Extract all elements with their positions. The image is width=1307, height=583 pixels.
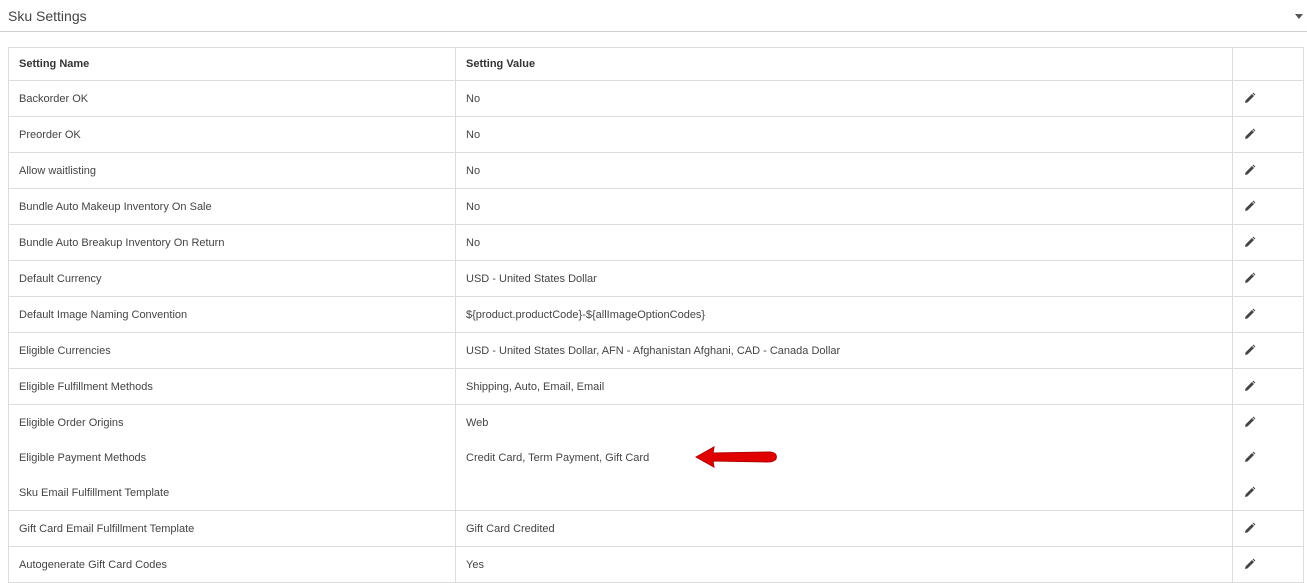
pencil-icon bbox=[1245, 92, 1256, 103]
column-header-setting-value: Setting Value bbox=[455, 47, 1233, 81]
table-row: Eligible Fulfillment Methods Shipping, Au… bbox=[8, 368, 1304, 405]
setting-name-cell: Autogenerate Gift Card Codes bbox=[8, 546, 456, 583]
setting-name-cell: Eligible Currencies bbox=[8, 332, 456, 369]
edit-button[interactable] bbox=[1232, 152, 1304, 189]
table-row: Bundle Auto Breakup Inventory On Return N… bbox=[8, 224, 1304, 261]
edit-button[interactable] bbox=[1232, 332, 1304, 369]
pencil-icon bbox=[1245, 272, 1256, 283]
setting-value-cell: Credit Card, Term Payment, Gift Card bbox=[455, 440, 1233, 475]
pencil-icon bbox=[1245, 486, 1256, 497]
setting-name-cell: Bundle Auto Makeup Inventory On Sale bbox=[8, 188, 456, 225]
edit-button[interactable] bbox=[1232, 368, 1304, 405]
edit-button[interactable] bbox=[1232, 440, 1304, 475]
setting-value-cell: No bbox=[455, 80, 1233, 117]
edit-button[interactable] bbox=[1232, 80, 1304, 117]
pencil-icon bbox=[1245, 522, 1256, 533]
pencil-icon bbox=[1245, 451, 1256, 462]
table-row: Backorder OK No bbox=[8, 80, 1304, 117]
settings-table: Setting Name Setting Value Backorder OK N… bbox=[8, 47, 1304, 583]
setting-value-cell: USD - United States Dollar, AFN - Afghan… bbox=[455, 332, 1233, 369]
pencil-icon bbox=[1245, 558, 1256, 569]
setting-name-cell: Gift Card Email Fulfillment Template bbox=[8, 510, 456, 547]
pencil-icon bbox=[1245, 236, 1256, 247]
edit-button[interactable] bbox=[1232, 260, 1304, 297]
edit-button[interactable] bbox=[1232, 546, 1304, 583]
setting-name-cell: Eligible Order Origins bbox=[8, 404, 456, 440]
pencil-icon bbox=[1245, 344, 1256, 355]
setting-value-cell: USD - United States Dollar bbox=[455, 260, 1233, 297]
pencil-icon bbox=[1245, 308, 1256, 319]
setting-name-cell: Allow waitlisting bbox=[8, 152, 456, 189]
setting-name-cell: Bundle Auto Breakup Inventory On Return bbox=[8, 224, 456, 261]
table-row: Autogenerate Gift Card Codes Yes bbox=[8, 546, 1304, 583]
setting-name-cell: Default Image Naming Convention bbox=[8, 296, 456, 333]
table-row: Sku Email Fulfillment Template bbox=[8, 475, 1304, 511]
table-row: Default Currency USD - United States Doll… bbox=[8, 260, 1304, 297]
edit-button[interactable] bbox=[1232, 510, 1304, 547]
edit-button[interactable] bbox=[1232, 116, 1304, 153]
setting-name-cell: Preorder OK bbox=[8, 116, 456, 153]
edit-button[interactable] bbox=[1232, 404, 1304, 440]
caret-down-icon[interactable] bbox=[1295, 14, 1303, 19]
panel-header[interactable]: Sku Settings bbox=[0, 0, 1307, 32]
setting-value-cell: ${product.productCode}-${allImageOptionC… bbox=[455, 296, 1233, 333]
setting-value-cell: No bbox=[455, 188, 1233, 225]
setting-name-cell: Default Currency bbox=[8, 260, 456, 297]
setting-value-cell: Gift Card Credited bbox=[455, 510, 1233, 547]
table-row: Bundle Auto Makeup Inventory On Sale No bbox=[8, 188, 1304, 225]
column-header-actions bbox=[1232, 47, 1304, 81]
pencil-icon bbox=[1245, 200, 1256, 211]
setting-value-cell: Web bbox=[455, 404, 1233, 440]
table-row: Eligible Payment Methods Credit Card, Ter… bbox=[8, 440, 1304, 475]
pencil-icon bbox=[1245, 128, 1256, 139]
column-header-setting-name: Setting Name bbox=[8, 47, 456, 81]
table-header-row: Setting Name Setting Value bbox=[8, 47, 1304, 81]
table-row: Gift Card Email Fulfillment Template Gift… bbox=[8, 510, 1304, 547]
table-row: Eligible Currencies USD - United States D… bbox=[8, 332, 1304, 369]
setting-name-cell: Backorder OK bbox=[8, 80, 456, 117]
setting-value-cell: No bbox=[455, 152, 1233, 189]
table-row: Eligible Order Origins Web bbox=[8, 404, 1304, 440]
pencil-icon bbox=[1245, 416, 1256, 427]
setting-value-cell: Shipping, Auto, Email, Email bbox=[455, 368, 1233, 405]
pencil-icon bbox=[1245, 380, 1256, 391]
setting-name-cell: Eligible Fulfillment Methods bbox=[8, 368, 456, 405]
edit-button[interactable] bbox=[1232, 188, 1304, 225]
edit-button[interactable] bbox=[1232, 475, 1304, 511]
table-row: Allow waitlisting No bbox=[8, 152, 1304, 189]
setting-name-cell: Eligible Payment Methods bbox=[8, 440, 456, 475]
edit-button[interactable] bbox=[1232, 224, 1304, 261]
setting-value-cell: No bbox=[455, 116, 1233, 153]
panel-title: Sku Settings bbox=[8, 8, 87, 24]
setting-value-cell bbox=[455, 475, 1233, 511]
setting-value-cell: No bbox=[455, 224, 1233, 261]
red-arrow-icon bbox=[694, 446, 777, 468]
table-row: Default Image Naming Convention ${product… bbox=[8, 296, 1304, 333]
pencil-icon bbox=[1245, 164, 1256, 175]
table-row: Preorder OK No bbox=[8, 116, 1304, 153]
edit-button[interactable] bbox=[1232, 296, 1304, 333]
setting-value-cell: Yes bbox=[455, 546, 1233, 583]
setting-name-cell: Sku Email Fulfillment Template bbox=[8, 475, 456, 511]
